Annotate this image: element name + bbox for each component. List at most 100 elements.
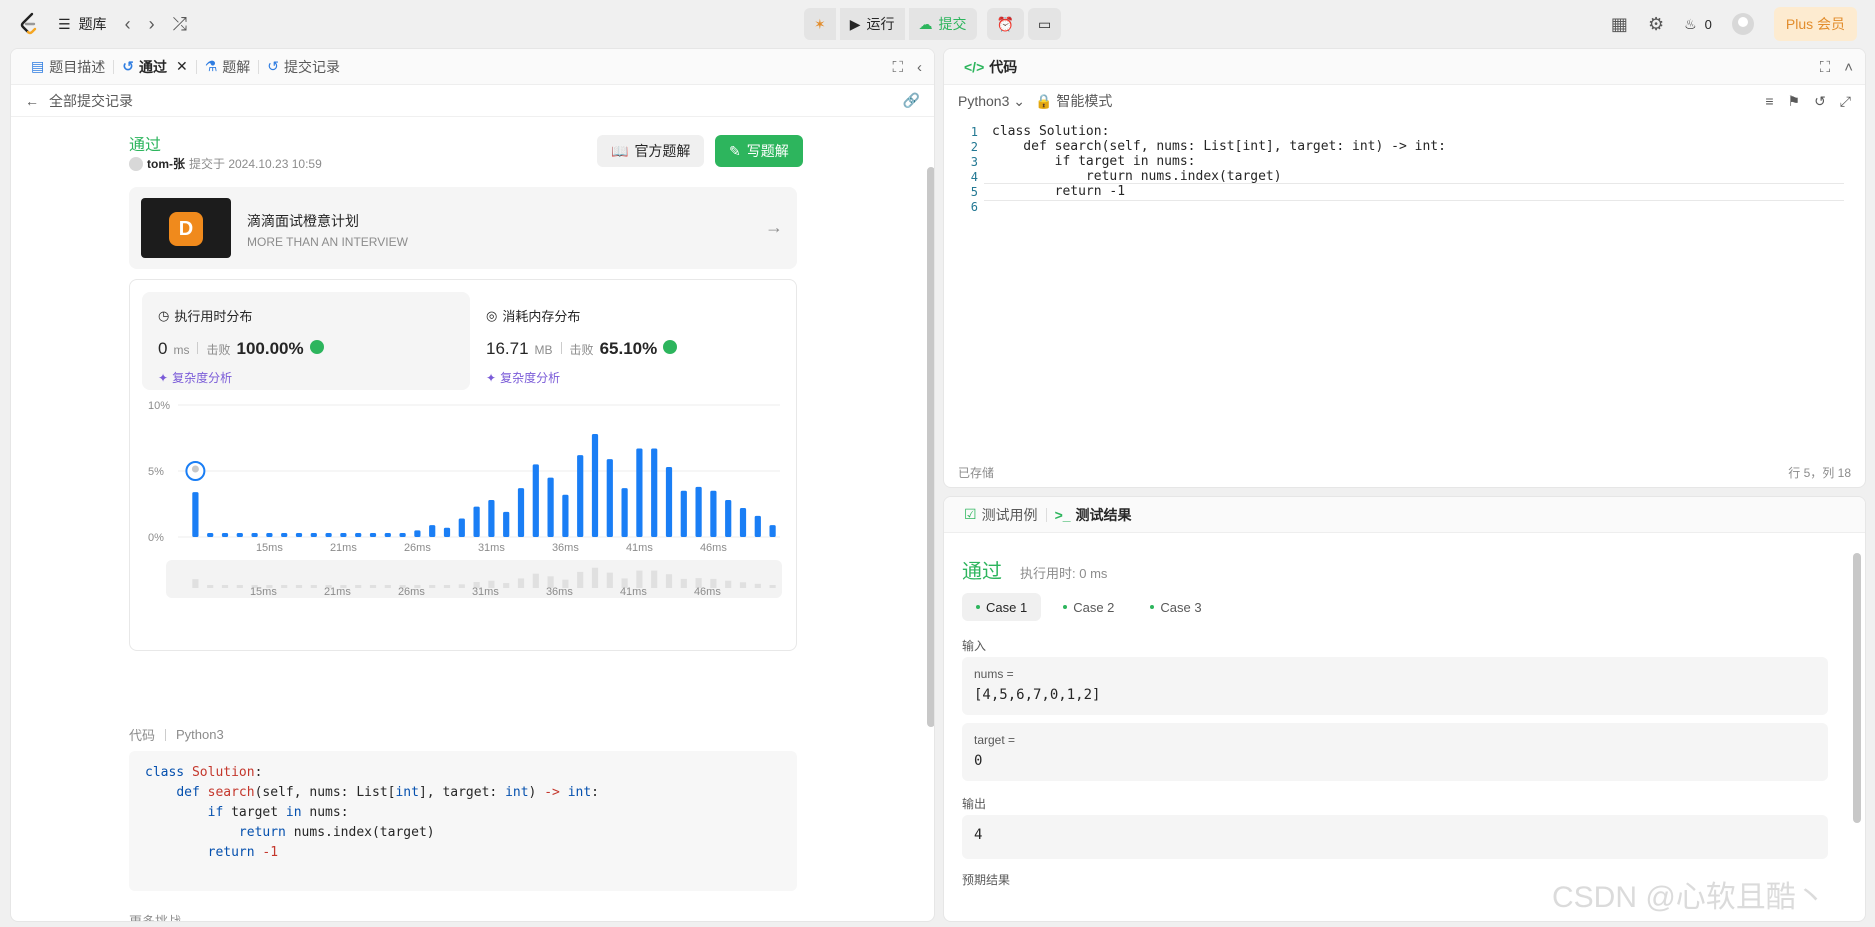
memory-beat: 65.10% [599,339,658,358]
plus-member-button[interactable]: Plus 会员 [1773,7,1857,41]
code-editor[interactable]: 1 class Solution: 2 def search(self, nums:… [944,117,1865,437]
mini-x-tick-label: 41ms [620,586,647,598]
result-runtime: 执行用时: 0 ms [1020,566,1108,581]
notes-button[interactable]: ▭ [1027,8,1062,40]
chart-bar [606,459,613,537]
user-avatar[interactable] [1731,13,1754,35]
note-icon: ▭ [1037,15,1052,32]
shuffle-icon[interactable]: ⤮ [173,14,187,35]
run-button[interactable]: ▶ 运行 [839,8,905,40]
y-tick-label: 5% [148,466,164,478]
cloud-upload-icon: ☁ [918,15,933,32]
chart-bar [236,533,243,537]
editor-code-line: def search(self, nums: List[int], target… [992,139,1446,154]
fullscreen-icon[interactable]: ⛶ [892,59,903,76]
chart-bar [739,507,747,537]
right-scrollbar[interactable] [1853,553,1861,913]
book-icon: 📖 [611,142,629,159]
chart-bar [295,533,303,537]
code-editor-panel: </> 代码 ⛶ ˄ Python3 ⌄ 🔒 智能模式 ≡ ⚑ ↺ ⤢ 1 class… [943,48,1866,488]
prev-problem-icon[interactable]: ‹ [125,14,131,35]
play-icon: ▶ [849,15,861,32]
next-problem-icon[interactable]: › [149,14,155,35]
editor-code-line: return nums.index(target) [992,169,1282,184]
tab-description[interactable]: ▤ 题目描述 [23,57,113,77]
back-arrow-icon[interactable]: ← [25,93,39,109]
write-solution-button[interactable]: ✎ 写题解 [715,135,803,167]
case-tab-1[interactable]: Case 1 [962,593,1042,621]
mini-bar [236,585,243,588]
chart-bar [532,464,539,537]
mini-bar [503,583,510,588]
tab-code[interactable]: </> 代码 [956,57,1025,77]
runtime-distribution-chart[interactable]: 10% 5% 0% 15ms 15ms 21ms 21ms 26ms 26ms 31ms 31ms 3… [130,395,796,645]
reset-icon[interactable]: ↺ [1814,93,1826,110]
language-select[interactable]: Python3 ⌄ [958,93,1025,110]
problem-library-button[interactable]: ☰ 题库 [58,14,107,34]
bookmark-icon[interactable]: ⚑ [1788,93,1801,110]
mini-bar [517,578,525,588]
chart-bar [621,488,628,537]
memory-value: 16.71 [486,339,529,358]
mini-bar [369,585,377,588]
tab-testcases[interactable]: ☑ 测试用例 [956,505,1046,525]
case-tab-2[interactable]: Case 2 [1049,593,1128,621]
chart-bar [340,533,347,537]
submission-panel: ▤ 题目描述 ↺ 通过 ✕ ⚗ 题解 ↺ 提交记录 ⛶ ‹ ← 全部提交记录 🔗 通过 t… [10,48,935,922]
expand-icon[interactable]: ⤢ [1840,93,1851,110]
chart-bar [695,486,702,537]
case-tab-3[interactable]: Case 3 [1136,593,1215,621]
line-number: 1 [970,125,978,139]
runtime-value: 0 [158,339,168,358]
timer-button[interactable]: ⏰ [986,8,1024,40]
layout-icon[interactable]: ▦ [1611,14,1628,35]
x-tick-label: 46ms [700,542,727,554]
submission-detail: 通过 tom-张 提交于 2024.10.23 10:59 📖 官方题解 ✎ 写题解… [129,49,809,921]
collapse-panel-icon[interactable]: ‹ [917,59,922,76]
list-icon: ☰ [58,15,71,32]
chart-bar [680,490,687,537]
official-solution-button[interactable]: 📖 官方题解 [597,135,705,167]
tab-test-result[interactable]: >_ 测试结果 [1047,505,1140,525]
mini-bar [577,571,584,588]
chart-bar [251,533,258,537]
editor-code-line: class Solution: [992,124,1110,139]
chart-bar [325,533,332,537]
streak-counter[interactable]: ♨ 0 [1684,16,1712,33]
x-tick-label: 36ms [552,542,579,554]
x-tick-label: 15ms [256,542,283,554]
expected-label: 预期结果 [962,873,1011,887]
fullscreen-icon[interactable]: ⛶ [1820,59,1831,76]
stats-box: ◷ 执行用时分布 0 ms 击败 100.00% ✦ 复杂度分析 ◎ 消耗内存分布 16.7… [129,279,797,651]
all-submissions-link[interactable]: 全部提交记录 [49,91,133,111]
chart-bar [577,455,584,537]
submit-button[interactable]: ☁ 提交 [908,8,977,40]
username[interactable]: tom-张 [147,155,185,172]
format-icon[interactable]: ≡ [1765,93,1773,110]
memory-complexity-link[interactable]: ✦ 复杂度分析 [486,369,782,386]
runtime-card[interactable]: ◷ 执行用时分布 0 ms 击败 100.00% ✦ 复杂度分析 [142,292,470,390]
output-value: 4 [962,815,1828,859]
code-line: def search(self, nums: List[int], target… [176,785,599,800]
marker-avatar-icon [191,465,199,473]
chart-bar [414,530,421,537]
input-label: 输入 [962,639,987,653]
terminal-icon: >_ [1054,506,1071,523]
collapse-up-icon[interactable]: ˄ [1844,59,1853,76]
mini-bar [680,578,687,588]
smart-mode-toggle[interactable]: 🔒 智能模式 [1035,91,1112,111]
share-link-icon[interactable]: 🔗 [903,92,920,109]
chart-bar [221,533,229,537]
settings-gear-icon[interactable]: ⚙ [1648,14,1664,35]
code-line: return -1 [207,845,279,860]
leetcode-logo-icon[interactable] [18,12,40,36]
left-scrollbar[interactable] [927,157,934,917]
runtime-complexity-link[interactable]: ✦ 复杂度分析 [158,369,454,386]
memory-card[interactable]: ◎ 消耗内存分布 16.71 MB 击败 65.10% ✦ 复杂度分析 [470,292,798,390]
user-avatar-small [129,156,143,171]
debug-button[interactable]: ✶ [804,8,836,40]
line-number: 2 [970,140,978,154]
test-tab-bar: ☑ 测试用例 >_ 测试结果 [944,497,1865,533]
promo-banner[interactable]: D 滴滴面试橙意计划 MORE THAN AN INTERVIEW → [129,187,797,269]
mini-bar [754,583,761,588]
